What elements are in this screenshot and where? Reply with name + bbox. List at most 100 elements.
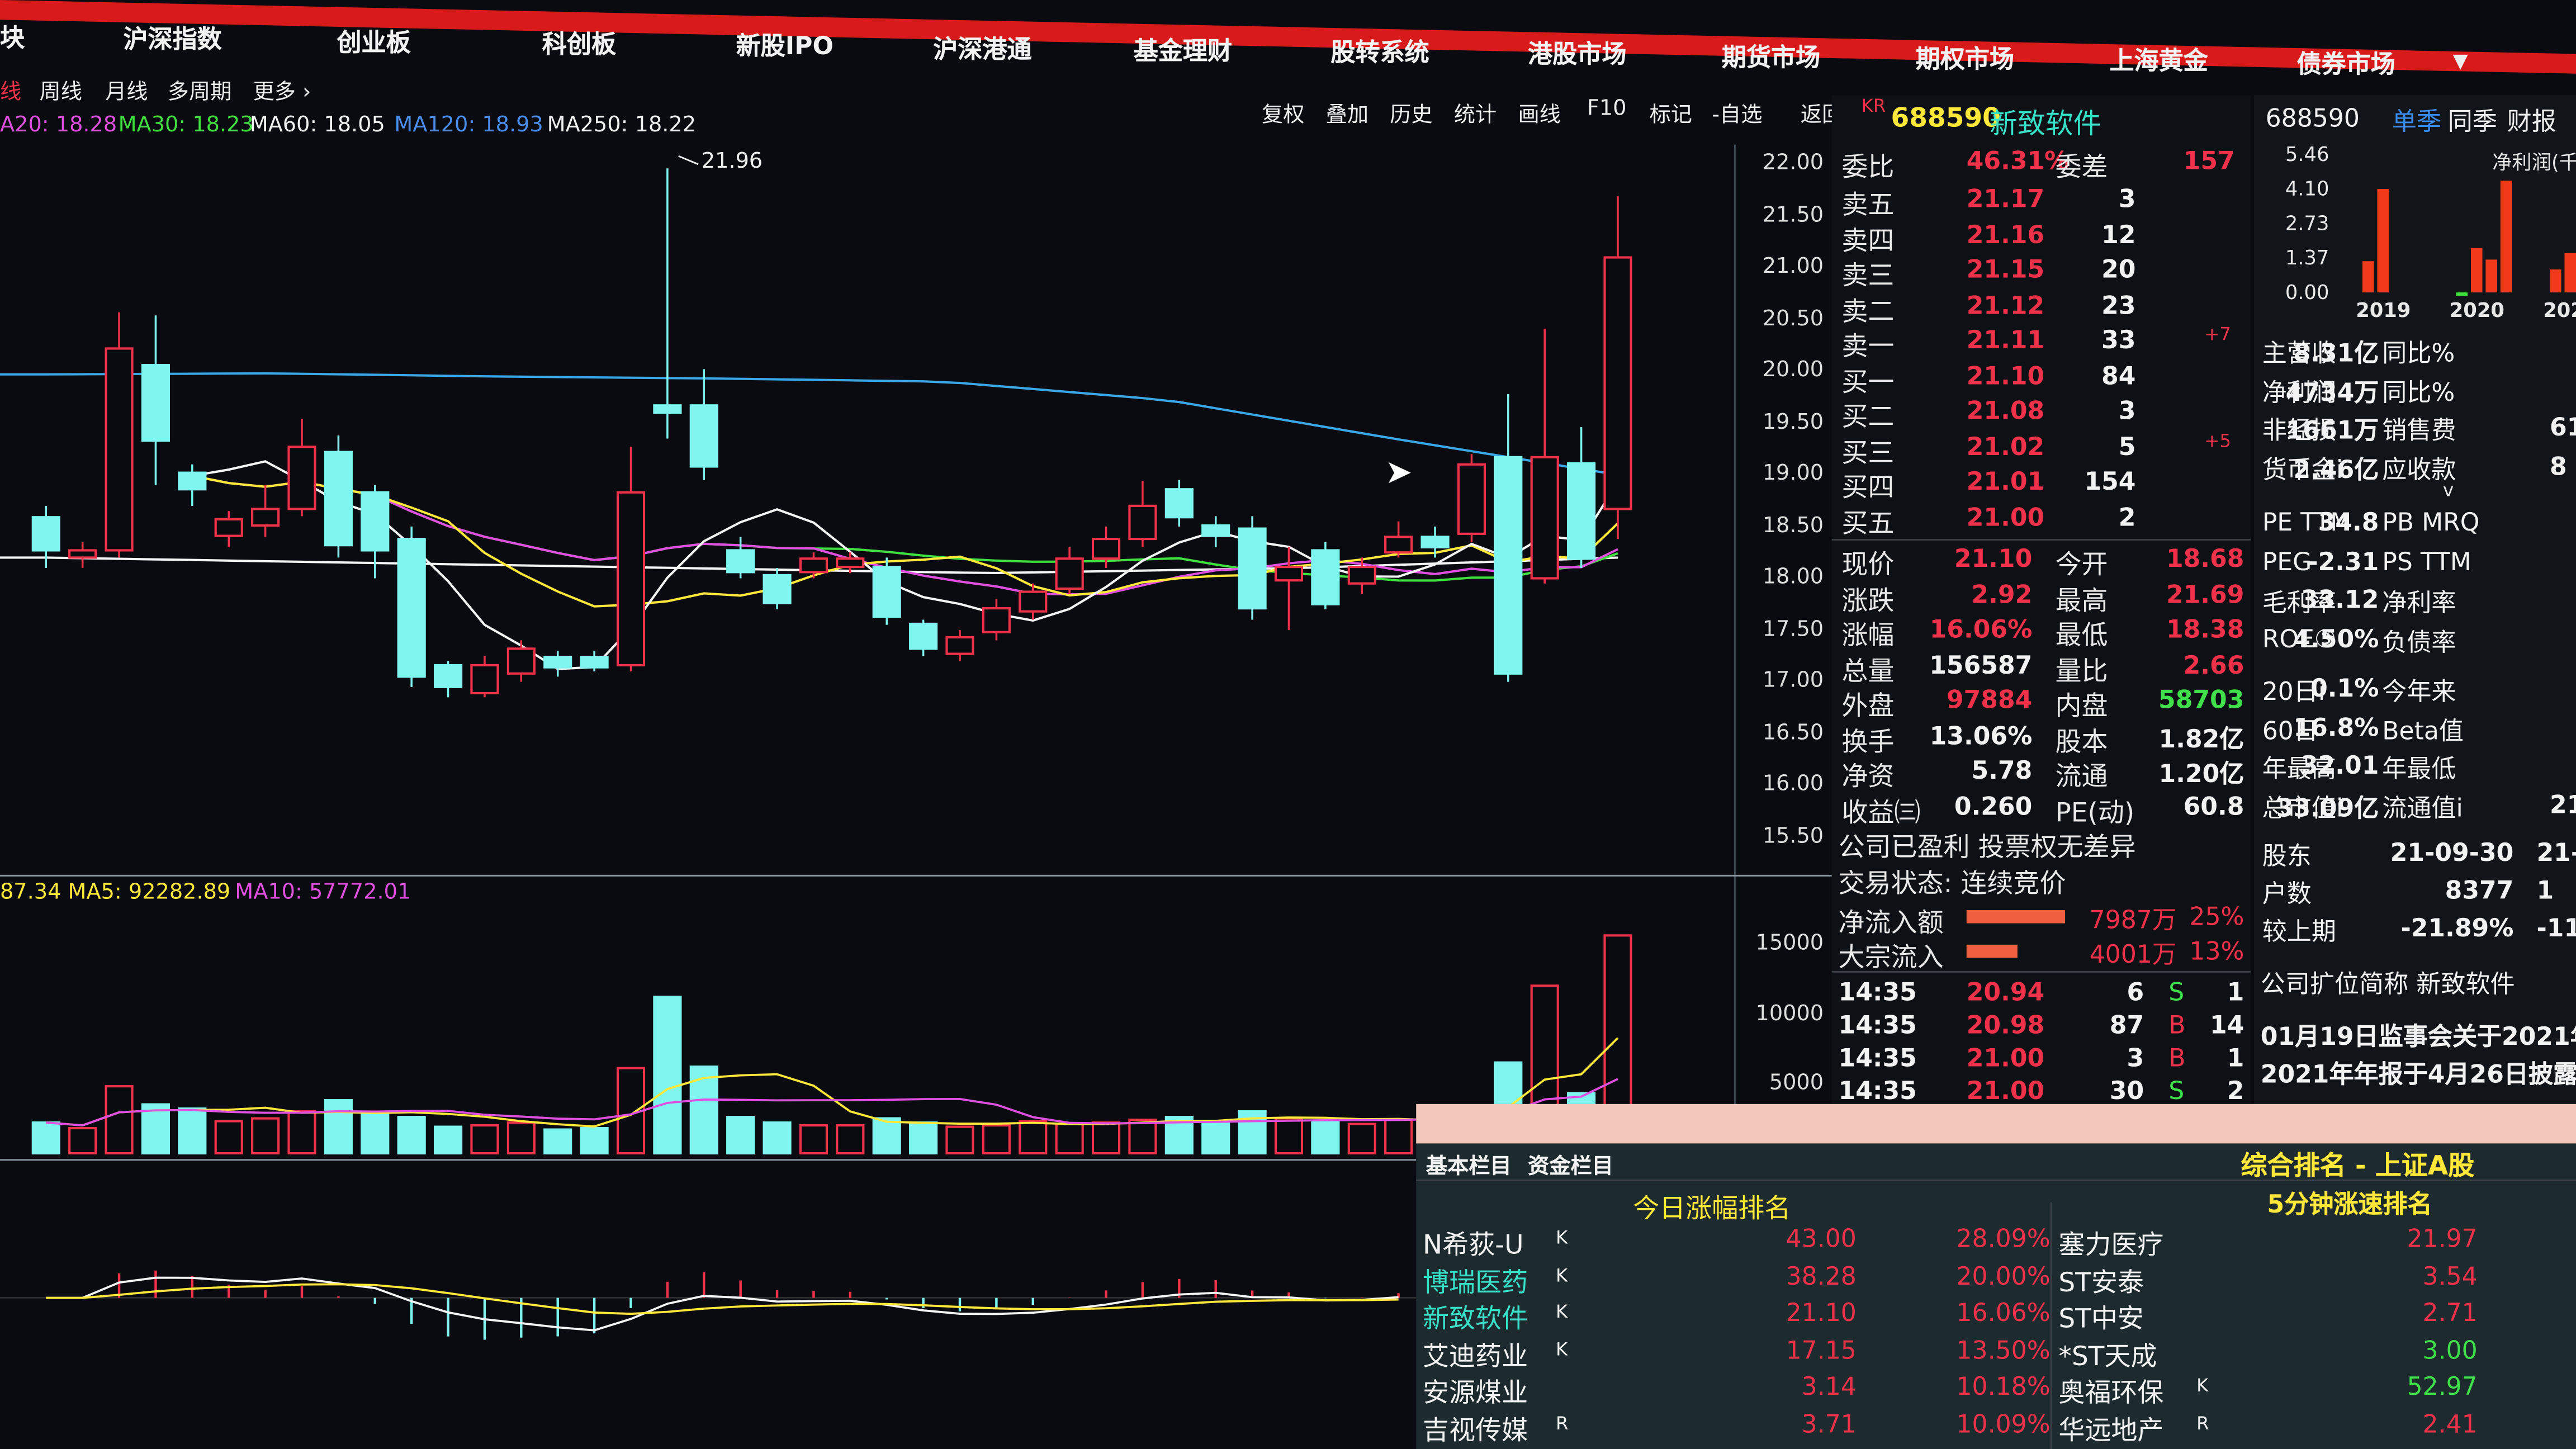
fin-axis-label: 5.46: [2285, 143, 2329, 166]
rank-stock-name[interactable]: 塞力医疗: [2058, 1222, 2163, 1262]
macd-dea-line: [46, 1284, 1398, 1314]
price-axis-label: 21.50: [1738, 203, 1824, 228]
volume-bar: [1385, 1120, 1412, 1153]
fin-label: 净利率: [2382, 585, 2456, 619]
order-book-label: 卖三: [1841, 253, 1894, 293]
fin-bar: [2564, 254, 2576, 292]
rank-stock-name[interactable]: 新致软件: [1423, 1296, 1528, 1336]
caret-down-icon[interactable]: ▼: [2453, 49, 2468, 72]
news-link[interactable]: 01月19日监事会关于2021年: [2261, 1019, 2576, 1053]
volume-bar: [727, 1117, 754, 1153]
fin-value: 33.09亿: [2276, 789, 2379, 824]
candle: [216, 519, 242, 536]
order-book-volume: 33: [2101, 325, 2135, 355]
rank-stock-name[interactable]: N希荻-U: [1423, 1222, 1524, 1262]
fin-value: 61: [2550, 413, 2576, 442]
candle: [288, 447, 315, 509]
rank-stock-name[interactable]: 安源煤业: [1423, 1371, 1528, 1410]
rank-stock-name[interactable]: 奥福环保: [2058, 1371, 2163, 1410]
fin-value: -2.31: [2308, 546, 2379, 576]
order-book-label: 卖二: [1841, 288, 1894, 328]
expand-chevron-icon[interactable]: v: [2443, 480, 2454, 501]
rank-stock-name[interactable]: 博瑞医药: [1423, 1259, 1528, 1299]
fin-value: 32.01: [2301, 751, 2379, 780]
fin-tab[interactable]: 财报: [2507, 103, 2556, 138]
price-axis-label: 18.50: [1738, 513, 1824, 538]
candle: [801, 558, 827, 572]
volume-bar: [1202, 1121, 1229, 1153]
fin-value: 1661万: [2286, 413, 2379, 447]
nav-tab[interactable]: 期权市场: [1916, 41, 2014, 75]
fin-label: 同比%: [2382, 335, 2455, 370]
stat-value: 13.06%: [1930, 721, 2033, 750]
fin-label: 负债率: [2382, 623, 2456, 658]
stat-label: 今开: [2055, 542, 2108, 582]
fin-label: Beta值: [2382, 712, 2464, 747]
stat-value: 21.69: [2166, 579, 2244, 609]
rank-stock-name[interactable]: ST中安: [2058, 1296, 2144, 1336]
candle: [1349, 567, 1375, 584]
order-book-label: 卖五: [1841, 182, 1894, 222]
rank-tab[interactable]: 基本栏目: [1426, 1148, 1512, 1180]
stat-value: 58703: [2158, 685, 2244, 714]
order-book-label: 卖一: [1841, 324, 1894, 363]
market-tag: KR: [1862, 95, 1886, 116]
stat-value: 18.38: [2166, 614, 2244, 644]
volume-bar: [654, 997, 680, 1153]
rank-tag: K: [1556, 1227, 1568, 1248]
order-book-label: 买二: [1841, 394, 1894, 434]
fin-bar: [2501, 181, 2512, 292]
fin-tab[interactable]: 同季: [2448, 103, 2497, 138]
fin-axis-label: 4.10: [2285, 177, 2329, 200]
fin-value: 34.8: [2318, 508, 2379, 537]
nav-tab[interactable]: 上海黄金: [2109, 43, 2208, 78]
divider: [1832, 971, 2251, 973]
news-link[interactable]: 2021年年报于4月26日披露: [2261, 1057, 2576, 1091]
rank-tag: K: [1556, 1265, 1568, 1286]
rank-stock-name[interactable]: 华远地产: [2058, 1408, 2163, 1448]
stat-value: 16.06%: [1930, 614, 2033, 644]
volume-ma5-legend: 87.34 MA5: 92282.89: [0, 880, 230, 905]
volume-ma10-legend: MA10: 57772.01: [235, 880, 411, 905]
fin-year-label: 2019: [2356, 299, 2411, 322]
rank-stock-name[interactable]: ST安泰: [2058, 1259, 2144, 1299]
candle: [1202, 525, 1229, 536]
flow-label: 大宗流入: [1839, 935, 1944, 974]
popup-title-bar[interactable]: [1416, 1104, 2576, 1144]
price-axis-label: 16.50: [1738, 721, 1824, 745]
high-marker: [679, 156, 698, 164]
rank-tag: K: [1556, 1339, 1568, 1360]
candle: [143, 365, 169, 441]
rank-tab[interactable]: 资金栏目: [1528, 1148, 1613, 1180]
volume-bar: [581, 1128, 608, 1153]
candle: [1459, 465, 1485, 534]
volume-bar: [874, 1119, 900, 1153]
fin-label: PEG: [2262, 546, 2312, 576]
rank-stock-name[interactable]: *ST天成: [2058, 1334, 2157, 1374]
candle: [764, 575, 790, 603]
candle: [691, 405, 717, 466]
order-book-label: 买四: [1841, 465, 1894, 505]
price-axis-label: 20.50: [1738, 306, 1824, 331]
order-book-price: 21.15: [1967, 255, 2044, 285]
order-book-price: 21.12: [1967, 290, 2044, 320]
divider: [1832, 539, 2251, 541]
candle: [435, 665, 461, 687]
tick-time: 14:35: [1839, 978, 1917, 1007]
rank-price: 3.71: [1802, 1409, 1857, 1439]
stat-label: 涨跌: [1841, 577, 1894, 617]
price-axis-label: 19.00: [1738, 462, 1824, 486]
rank-tag: R: [1556, 1413, 1569, 1434]
candle: [325, 452, 352, 546]
fin-tab[interactable]: 单季: [2392, 103, 2441, 138]
nav-tab[interactable]: 债券市场: [2296, 45, 2395, 80]
rank-stock-name[interactable]: 吉视传媒: [1423, 1408, 1528, 1448]
high-annotation: 21.96: [702, 149, 763, 174]
volume-bar: [1129, 1120, 1156, 1153]
stat-label: 最高: [2055, 577, 2108, 617]
flow-bar: [1967, 945, 2018, 958]
stock-code: 688590: [1891, 102, 2001, 133]
candle: [1495, 457, 1521, 674]
rank-stock-name[interactable]: 艾迪药业: [1423, 1334, 1528, 1374]
fin-value: 21: [2550, 789, 2576, 819]
